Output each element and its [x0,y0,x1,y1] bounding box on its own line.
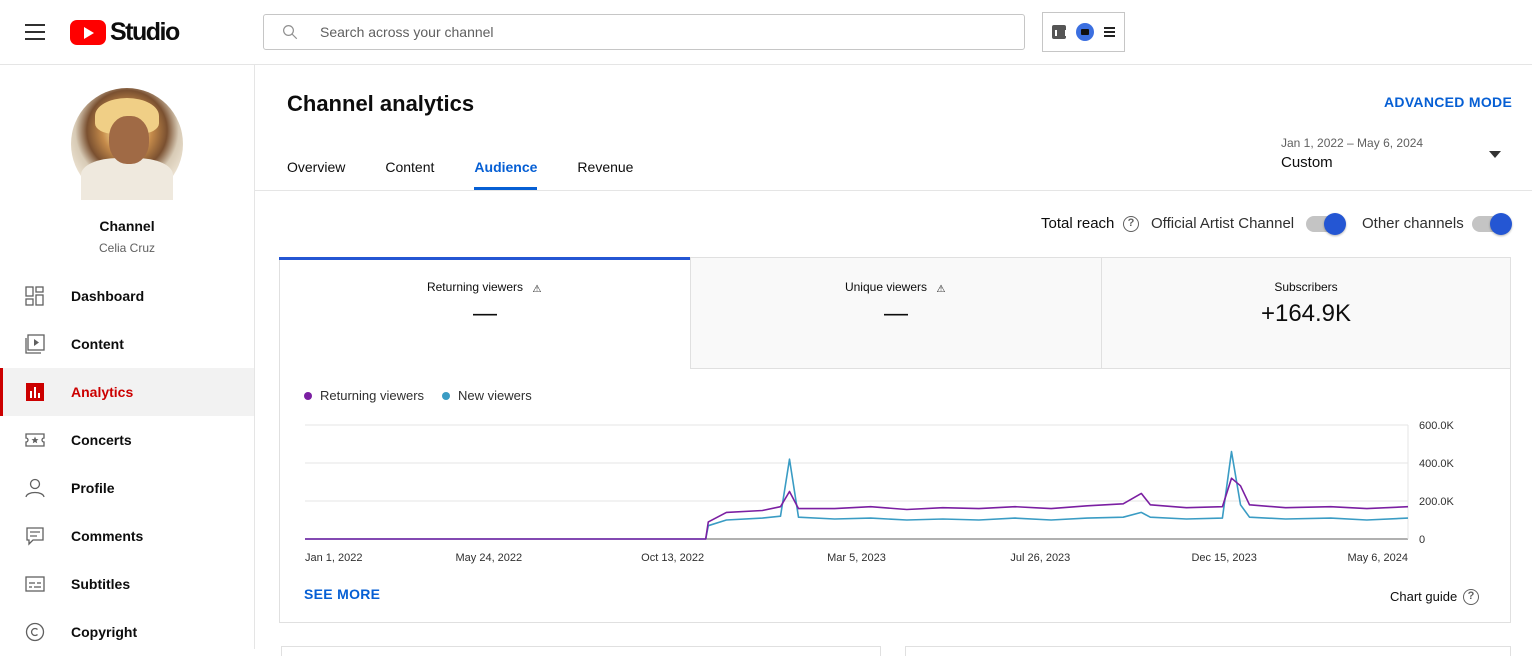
logo-text: Studio [110,18,180,46]
official-artist-channel-label: Official Artist Channel [1151,215,1295,232]
chart-legend: Returning viewers New viewers [304,388,550,403]
page-title: Channel analytics [287,91,475,116]
sidebar-item-label: Copyright [71,624,138,640]
avatar[interactable] [71,88,183,200]
sidebar-item-comments[interactable]: Comments [0,512,254,560]
dropdown-caret-icon[interactable] [1489,151,1501,158]
help-icon[interactable]: ? [1463,589,1479,605]
x-tick-label: Jan 1, 2022 [305,552,363,564]
sidebar: Channel Celia Cruz Dashboard Content Ana… [0,65,255,649]
advanced-mode-button[interactable]: ADVANCED MODE [1384,94,1512,110]
x-tick-label: Oct 13, 2022 [641,552,704,564]
tab-overview[interactable]: Overview [287,145,345,190]
legend-dot [304,391,312,400]
sidebar-item-dashboard[interactable]: Dashboard [0,272,254,320]
audience-line-chart[interactable]: 0 200.0K 400.0K 600.0K Jan 1, 2022 May 24, 20… [280,403,1510,573]
x-tick-label: May 6, 2024 [1347,552,1408,564]
search-icon [283,25,298,40]
date-range-text[interactable]: Jan 1, 2022 – May 6, 2024 [1281,136,1423,150]
official-artist-channel-toggle[interactable] [1306,213,1346,235]
metric-value: — [473,300,497,327]
sidebar-nav: Dashboard Content Analytics Concerts Pro… [0,272,254,656]
search-bar [263,14,1025,50]
tab-audience[interactable]: Audience [474,145,538,190]
help-icon[interactable]: ? [1123,216,1139,232]
x-tick-label: Dec 15, 2023 [1191,552,1256,564]
x-tick-label: Mar 5, 2023 [827,552,886,564]
y-tick-label: 0 [1419,534,1425,546]
legend-new-viewers[interactable]: New viewers [442,388,532,403]
x-tick-label: May 24, 2022 [456,552,523,564]
bar-chart-icon[interactable] [1052,25,1067,39]
copyright-icon [25,622,45,642]
sidebar-item-subtitles[interactable]: Subtitles [0,560,254,608]
sidebar-item-content[interactable]: Content [0,320,254,368]
analytics-icon [26,383,44,401]
bottom-card-left [281,646,881,656]
bottom-card-right [905,646,1511,656]
tab-content[interactable]: Content [385,145,434,190]
sidebar-item-label: Concerts [71,432,132,448]
other-channels-toggle[interactable] [1472,213,1512,235]
total-reach-label: Total reach [1041,215,1115,232]
x-tick-label: Jul 26, 2023 [1010,552,1070,564]
sidebar-item-profile[interactable]: Profile [0,464,254,512]
sidebar-item-label: Analytics [71,384,134,400]
sidebar-item-label: Comments [71,528,144,544]
audience-card: Returning viewers ⚠ — Unique viewers ⚠ — S… [279,257,1511,623]
analytics-tabs: Overview Content Audience Revenue [287,145,673,190]
legend-dot [442,391,451,400]
other-channels-label: Other channels [1362,215,1464,232]
sidebar-item-label: Dashboard [71,288,145,304]
search-input[interactable] [320,24,1000,40]
subtitles-icon [25,576,45,592]
dashboard-icon [25,286,44,306]
channel-title: Channel [99,218,155,234]
extension-buttons [1042,12,1125,52]
legend-label: Returning viewers [320,388,425,403]
tabs-divider [255,190,1532,191]
studio-logo[interactable]: Studio [70,18,180,47]
warning-icon[interactable]: ⚠ [531,284,543,295]
chart-guide-link[interactable]: Chart guide [1390,589,1457,604]
y-tick-label: 600.0K [1419,420,1455,432]
metric-value: +164.9K [1260,300,1352,327]
sidebar-item-label: Subtitles [71,576,131,592]
metric-value: — [884,300,908,327]
see-more-button[interactable]: SEE MORE [304,586,380,602]
metric-subscribers[interactable]: Subscribers +164.9K [1101,258,1510,369]
metric-unique-viewers[interactable]: Unique viewers ⚠ — [690,258,1101,369]
y-tick-label: 200.0K [1419,496,1455,508]
extension-logo-icon[interactable] [1076,23,1094,41]
sidebar-item-concerts[interactable]: Concerts [0,416,254,464]
metric-returning-viewers[interactable]: Returning viewers ⚠ — [279,257,690,369]
youtube-play-icon [70,20,106,45]
comments-icon [26,527,44,546]
menu-lines-icon[interactable] [1104,25,1115,39]
series-line-new-viewers [305,450,1409,540]
tab-revenue[interactable]: Revenue [577,145,633,190]
y-tick-label: 400.0K [1419,458,1455,470]
legend-label: New viewers [458,388,532,403]
sidebar-item-label: Profile [71,480,115,496]
top-bar: Studio [0,0,1532,65]
sidebar-item-analytics[interactable]: Analytics [0,368,254,416]
legend-returning-viewers[interactable]: Returning viewers [304,388,424,403]
concerts-icon [25,433,45,447]
date-mode-text[interactable]: Custom [1281,154,1333,171]
metric-label: Unique viewers [844,280,928,294]
profile-icon [25,478,45,498]
metric-label: Subscribers [1274,280,1338,294]
sidebar-item-label: Content [71,336,124,352]
content-icon [25,334,45,354]
channel-name: Celia Cruz [98,241,155,255]
metric-label: Returning viewers [426,280,524,294]
menu-icon[interactable] [25,24,45,40]
warning-icon[interactable]: ⚠ [935,284,947,295]
